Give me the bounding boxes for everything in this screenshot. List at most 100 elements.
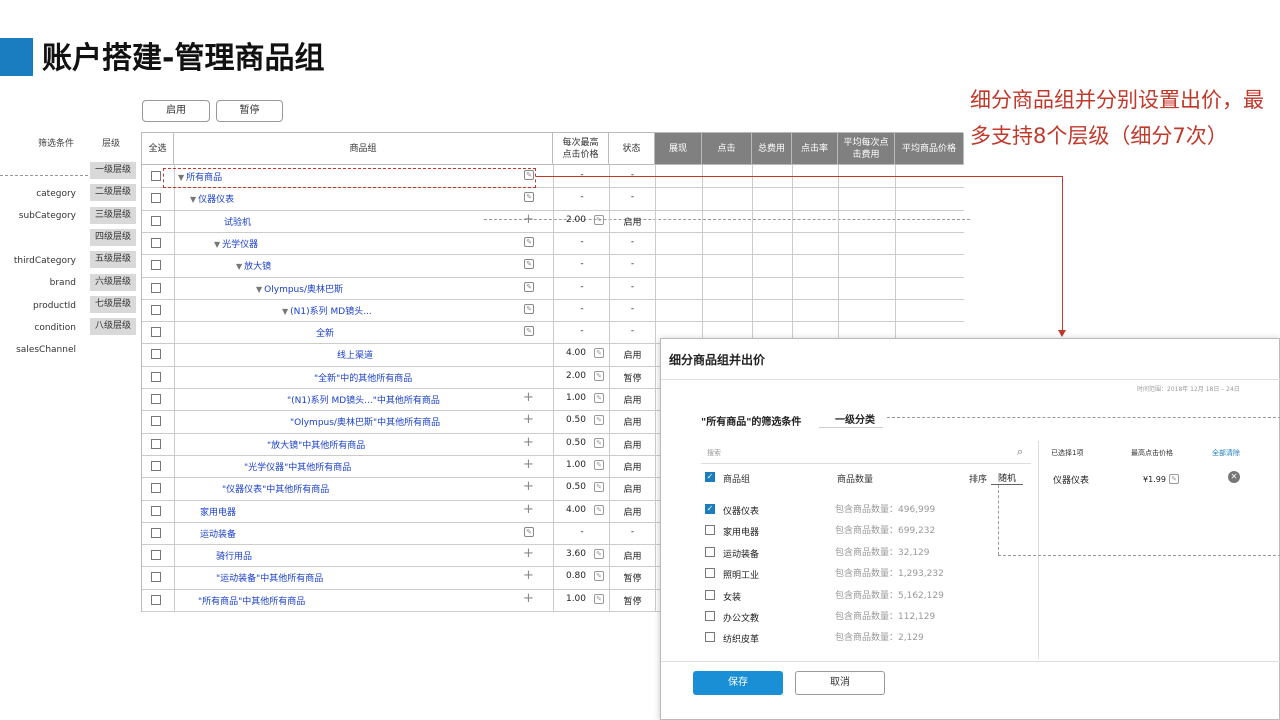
- row-checkbox[interactable]: [151, 505, 161, 516]
- item-checkbox[interactable]: [705, 546, 715, 557]
- edit-icon[interactable]: ✎: [524, 192, 534, 203]
- edit-bid-icon[interactable]: ✎: [594, 571, 604, 582]
- edit-icon[interactable]: ✎: [1169, 474, 1179, 484]
- save-button[interactable]: 保存: [693, 671, 783, 695]
- group-name[interactable]: ▼ 仪器仪表: [190, 192, 234, 205]
- close-icon[interactable]: ✕: [1228, 471, 1240, 483]
- enable-button[interactable]: 启用: [142, 100, 210, 122]
- row-checkbox[interactable]: [151, 304, 161, 315]
- list-item[interactable]: 家用电器 包含商品数量：699,232: [705, 523, 1035, 543]
- select-all-header[interactable]: 全选: [142, 133, 174, 165]
- group-name[interactable]: 家用电器: [200, 505, 236, 518]
- edit-bid-icon[interactable]: ✎: [594, 504, 604, 515]
- row-checkbox[interactable]: [151, 215, 161, 226]
- edit-bid-icon[interactable]: ✎: [594, 393, 604, 403]
- collapse-triangle-icon[interactable]: ▼: [190, 195, 196, 204]
- row-checkbox[interactable]: [151, 416, 161, 427]
- collapse-triangle-icon[interactable]: ▼: [214, 240, 220, 249]
- row-checkbox[interactable]: [151, 282, 161, 293]
- row-checkbox[interactable]: [151, 371, 161, 382]
- row-checkbox[interactable]: [151, 193, 161, 204]
- item-checkbox[interactable]: [705, 525, 715, 536]
- row-checkbox[interactable]: [151, 260, 161, 271]
- edit-icon[interactable]: ✎: [524, 236, 534, 247]
- search-input[interactable]: 搜索: [707, 448, 721, 458]
- list-item[interactable]: 照明工业 包含商品数量：1,293,232: [705, 566, 1035, 586]
- row-checkbox[interactable]: [151, 550, 161, 561]
- row-checkbox[interactable]: [151, 171, 161, 181]
- list-item[interactable]: 办公文教 包含商品数量：112,129: [705, 609, 1035, 629]
- item-checkbox[interactable]: [705, 589, 715, 600]
- group-name[interactable]: "放大镜"中其他所有商品: [267, 438, 365, 451]
- edit-bid-icon[interactable]: ✎: [594, 593, 604, 604]
- add-icon[interactable]: +: [523, 546, 534, 561]
- list-item[interactable]: 运动装备 包含商品数量：32,129: [705, 545, 1035, 565]
- row-checkbox[interactable]: [151, 394, 161, 404]
- row-checkbox[interactable]: [151, 460, 161, 471]
- edit-icon[interactable]: ✎: [524, 326, 534, 337]
- group-name[interactable]: 运动装备: [200, 527, 236, 540]
- add-icon[interactable]: +: [523, 390, 534, 405]
- edit-bid-icon[interactable]: ✎: [594, 415, 604, 426]
- list-item[interactable]: ✓ 仪器仪表 包含商品数量：496,999: [705, 502, 1035, 522]
- sort-select[interactable]: 随机: [991, 471, 1023, 485]
- edit-bid-icon[interactable]: ✎: [594, 482, 604, 493]
- edit-icon[interactable]: ✎: [524, 259, 534, 270]
- select-all-checkbox[interactable]: ✓: [705, 472, 715, 482]
- add-icon[interactable]: +: [523, 435, 534, 450]
- row-checkbox[interactable]: [151, 237, 161, 248]
- group-name[interactable]: 试验机: [224, 215, 251, 228]
- add-icon[interactable]: +: [523, 591, 534, 606]
- row-checkbox[interactable]: [151, 327, 161, 338]
- group-name[interactable]: "全新"中的其他所有商品: [314, 371, 412, 384]
- item-checkbox[interactable]: [705, 568, 715, 579]
- collapse-triangle-icon[interactable]: ▼: [236, 262, 242, 271]
- group-name[interactable]: 骑行用品: [216, 549, 252, 562]
- cancel-button[interactable]: 取消: [795, 671, 885, 695]
- list-item[interactable]: 女装 包含商品数量：5,162,129: [705, 588, 1035, 608]
- collapse-triangle-icon[interactable]: ▼: [282, 307, 288, 316]
- group-name[interactable]: 全新: [316, 326, 334, 339]
- item-checkbox[interactable]: [705, 611, 715, 621]
- edit-bid-icon[interactable]: ✎: [594, 437, 604, 448]
- group-name[interactable]: ▼ (N1)系列 MD镜头...: [282, 304, 372, 317]
- group-name[interactable]: "Olympus/奥林巴斯"中其他所有商品: [290, 415, 440, 428]
- group-name[interactable]: ▼ Olympus/奥林巴斯: [256, 282, 343, 295]
- row-checkbox[interactable]: [151, 572, 161, 583]
- group-name[interactable]: "所有商品"中其他所有商品: [198, 594, 305, 607]
- search-icon[interactable]: ⌕: [1017, 445, 1023, 459]
- collapse-triangle-icon[interactable]: ▼: [256, 285, 262, 294]
- row-checkbox[interactable]: [151, 594, 161, 605]
- group-name[interactable]: "运动装备"中其他所有商品: [216, 571, 323, 584]
- item-checkbox[interactable]: [705, 632, 715, 643]
- add-icon[interactable]: +: [523, 457, 534, 472]
- add-icon[interactable]: +: [523, 212, 534, 227]
- edit-bid-icon[interactable]: ✎: [594, 348, 604, 359]
- edit-bid-icon[interactable]: ✎: [594, 549, 604, 560]
- row-checkbox[interactable]: [151, 349, 161, 360]
- add-icon[interactable]: +: [523, 568, 534, 583]
- edit-icon[interactable]: ✎: [524, 303, 534, 314]
- item-checkbox[interactable]: ✓: [705, 504, 715, 514]
- edit-icon[interactable]: ✎: [524, 281, 534, 292]
- edit-bid-icon[interactable]: ✎: [594, 370, 604, 381]
- group-name[interactable]: ▼ 放大镜: [236, 259, 271, 272]
- edit-bid-icon[interactable]: ✎: [594, 214, 604, 225]
- add-icon[interactable]: +: [523, 412, 534, 427]
- row-checkbox[interactable]: [151, 438, 161, 449]
- group-name[interactable]: ▼ 光学仪器: [214, 237, 258, 250]
- list-item[interactable]: 纺织皮革 包含商品数量：2,129: [705, 630, 1035, 650]
- clear-all-link[interactable]: 全部清除: [1212, 448, 1240, 458]
- pause-button[interactable]: 暂停: [216, 100, 283, 122]
- group-name[interactable]: "仪器仪表"中其他所有商品: [222, 482, 329, 495]
- group-name[interactable]: "(N1)系列 MD镜头..."中其他所有商品: [287, 393, 440, 406]
- row-checkbox[interactable]: [151, 483, 161, 494]
- edit-icon[interactable]: ✎: [524, 526, 534, 537]
- row-checkbox[interactable]: [151, 527, 161, 538]
- add-icon[interactable]: +: [523, 502, 534, 517]
- group-name[interactable]: 线上渠道: [337, 348, 373, 361]
- category-select[interactable]: 一级分类: [835, 411, 875, 426]
- group-name[interactable]: "光学仪器"中其他所有商品: [244, 460, 351, 473]
- edit-bid-icon[interactable]: ✎: [594, 459, 604, 470]
- add-icon[interactable]: +: [523, 479, 534, 494]
